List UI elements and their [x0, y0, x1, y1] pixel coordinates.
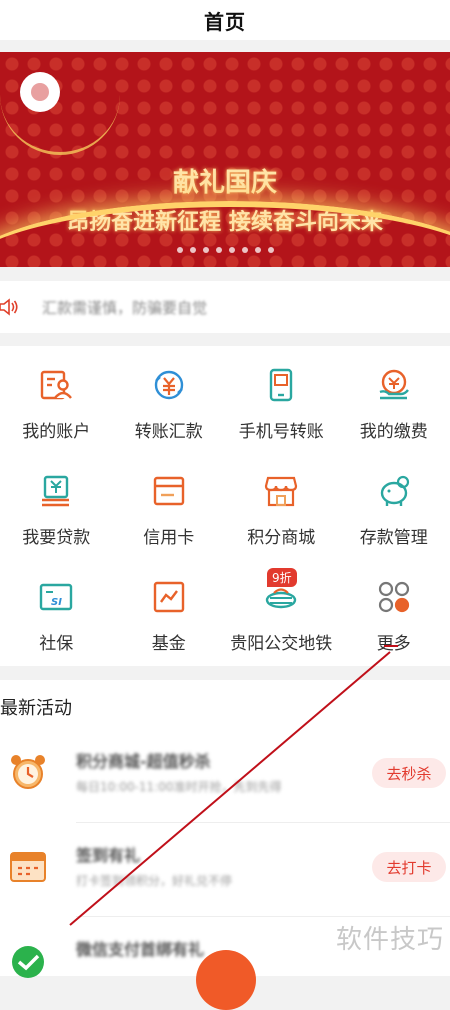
svg-text:SI: SI — [51, 597, 62, 608]
bank-logo — [20, 72, 60, 112]
service-label: 基金 — [152, 629, 186, 654]
divider — [76, 822, 450, 823]
service-guiyang-metro[interactable]: 9折 贵阳公交地铁 — [225, 580, 338, 654]
top-bar: 首页 — [0, 0, 450, 40]
carousel-dot[interactable] — [268, 247, 274, 253]
service-label: 我要贷款 — [22, 523, 90, 548]
page-title: 首页 — [204, 6, 246, 35]
carousel-dot[interactable] — [190, 247, 196, 253]
speaker-icon — [0, 297, 20, 317]
activity-name: 积分商城-超值秒杀 — [76, 748, 211, 772]
notice-bar[interactable]: 汇款需谨慎，防骗要自觉 — [0, 281, 450, 333]
carousel-dot[interactable] — [177, 247, 183, 253]
alarm-clock-icon — [8, 752, 48, 792]
service-my-account[interactable]: 我的账户 — [0, 368, 113, 442]
activity-desc: 每日10:00-11:00准时开抢，先到先得 — [76, 778, 282, 795]
service-social-security[interactable]: SI 社保 — [0, 580, 113, 654]
service-credit-card[interactable]: 信用卡 — [113, 474, 226, 548]
service-label: 积分商城 — [247, 523, 315, 548]
activity-name: 微信支付首绑有礼 — [76, 936, 204, 960]
service-fund[interactable]: 基金 — [113, 580, 226, 654]
activity-item[interactable]: 签到有礼 打卡签到领积分，好礼兑不停 去打卡 — [0, 824, 450, 914]
service-phone-transfer[interactable]: 手机号转账 — [225, 368, 338, 442]
activity-desc: 打卡签到领积分，好礼兑不停 — [76, 872, 232, 889]
loan-icon — [39, 474, 73, 508]
notice-text: 汇款需谨慎，防骗要自觉 — [42, 297, 207, 318]
service-grid: 我的账户 转账汇款 手机号转账 — [0, 346, 450, 666]
service-my-payment[interactable]: 我的缴费 — [338, 368, 450, 442]
fund-icon — [152, 580, 186, 614]
service-label: 我的账户 — [22, 417, 90, 442]
carousel-dot[interactable] — [216, 247, 222, 253]
carousel-dot[interactable] — [203, 247, 209, 253]
watermark: 软件技巧 — [336, 919, 444, 956]
service-label: 转账汇款 — [135, 417, 203, 442]
metro-icon — [264, 580, 298, 614]
service-loan[interactable]: 我要贷款 — [0, 474, 113, 548]
service-label: 社保 — [39, 629, 73, 654]
service-label: 存款管理 — [360, 523, 428, 548]
check-circle-icon — [8, 940, 48, 980]
service-label: 手机号转账 — [239, 417, 324, 442]
account-icon — [39, 368, 73, 402]
service-label: 信用卡 — [143, 523, 194, 548]
check-in-button[interactable]: 去打卡 — [372, 852, 446, 882]
service-label: 更多 — [377, 629, 411, 654]
more-icon — [377, 580, 411, 614]
scan-button[interactable] — [196, 950, 256, 1010]
points-mall-icon — [264, 474, 298, 508]
carousel-dot[interactable] — [255, 247, 261, 253]
payment-icon — [377, 368, 411, 402]
service-transfer[interactable]: 转账汇款 — [113, 368, 226, 442]
banner-headline: 献礼国庆 — [0, 162, 450, 199]
calendar-icon — [8, 846, 48, 886]
deposit-icon — [377, 474, 411, 508]
credit-card-icon — [152, 474, 186, 508]
activity-item[interactable]: 积分商城-超值秒杀 每日10:00-11:00准时开抢，先到先得 去秒杀 — [0, 730, 450, 820]
service-label: 我的缴费 — [360, 417, 428, 442]
activity-name: 签到有礼 — [76, 842, 140, 866]
carousel-dot[interactable] — [242, 247, 248, 253]
carousel-dot[interactable] — [229, 247, 235, 253]
divider — [76, 916, 450, 917]
service-points-mall[interactable]: 积分商城 — [225, 474, 338, 548]
service-label: 贵阳公交地铁 — [230, 629, 332, 654]
service-deposit[interactable]: 存款管理 — [338, 474, 450, 548]
carousel-indicator[interactable] — [0, 247, 450, 253]
promo-banner[interactable]: 献礼国庆 昂扬奋进新征程 接续奋斗向未来 — [0, 52, 450, 267]
transfer-icon — [152, 368, 186, 402]
phone-transfer-icon — [264, 368, 298, 402]
seckill-button[interactable]: 去秒杀 — [372, 758, 446, 788]
social-security-icon: SI — [39, 580, 73, 614]
service-more[interactable]: 更多 — [338, 580, 450, 654]
section-title: 最新活动 — [0, 694, 72, 720]
